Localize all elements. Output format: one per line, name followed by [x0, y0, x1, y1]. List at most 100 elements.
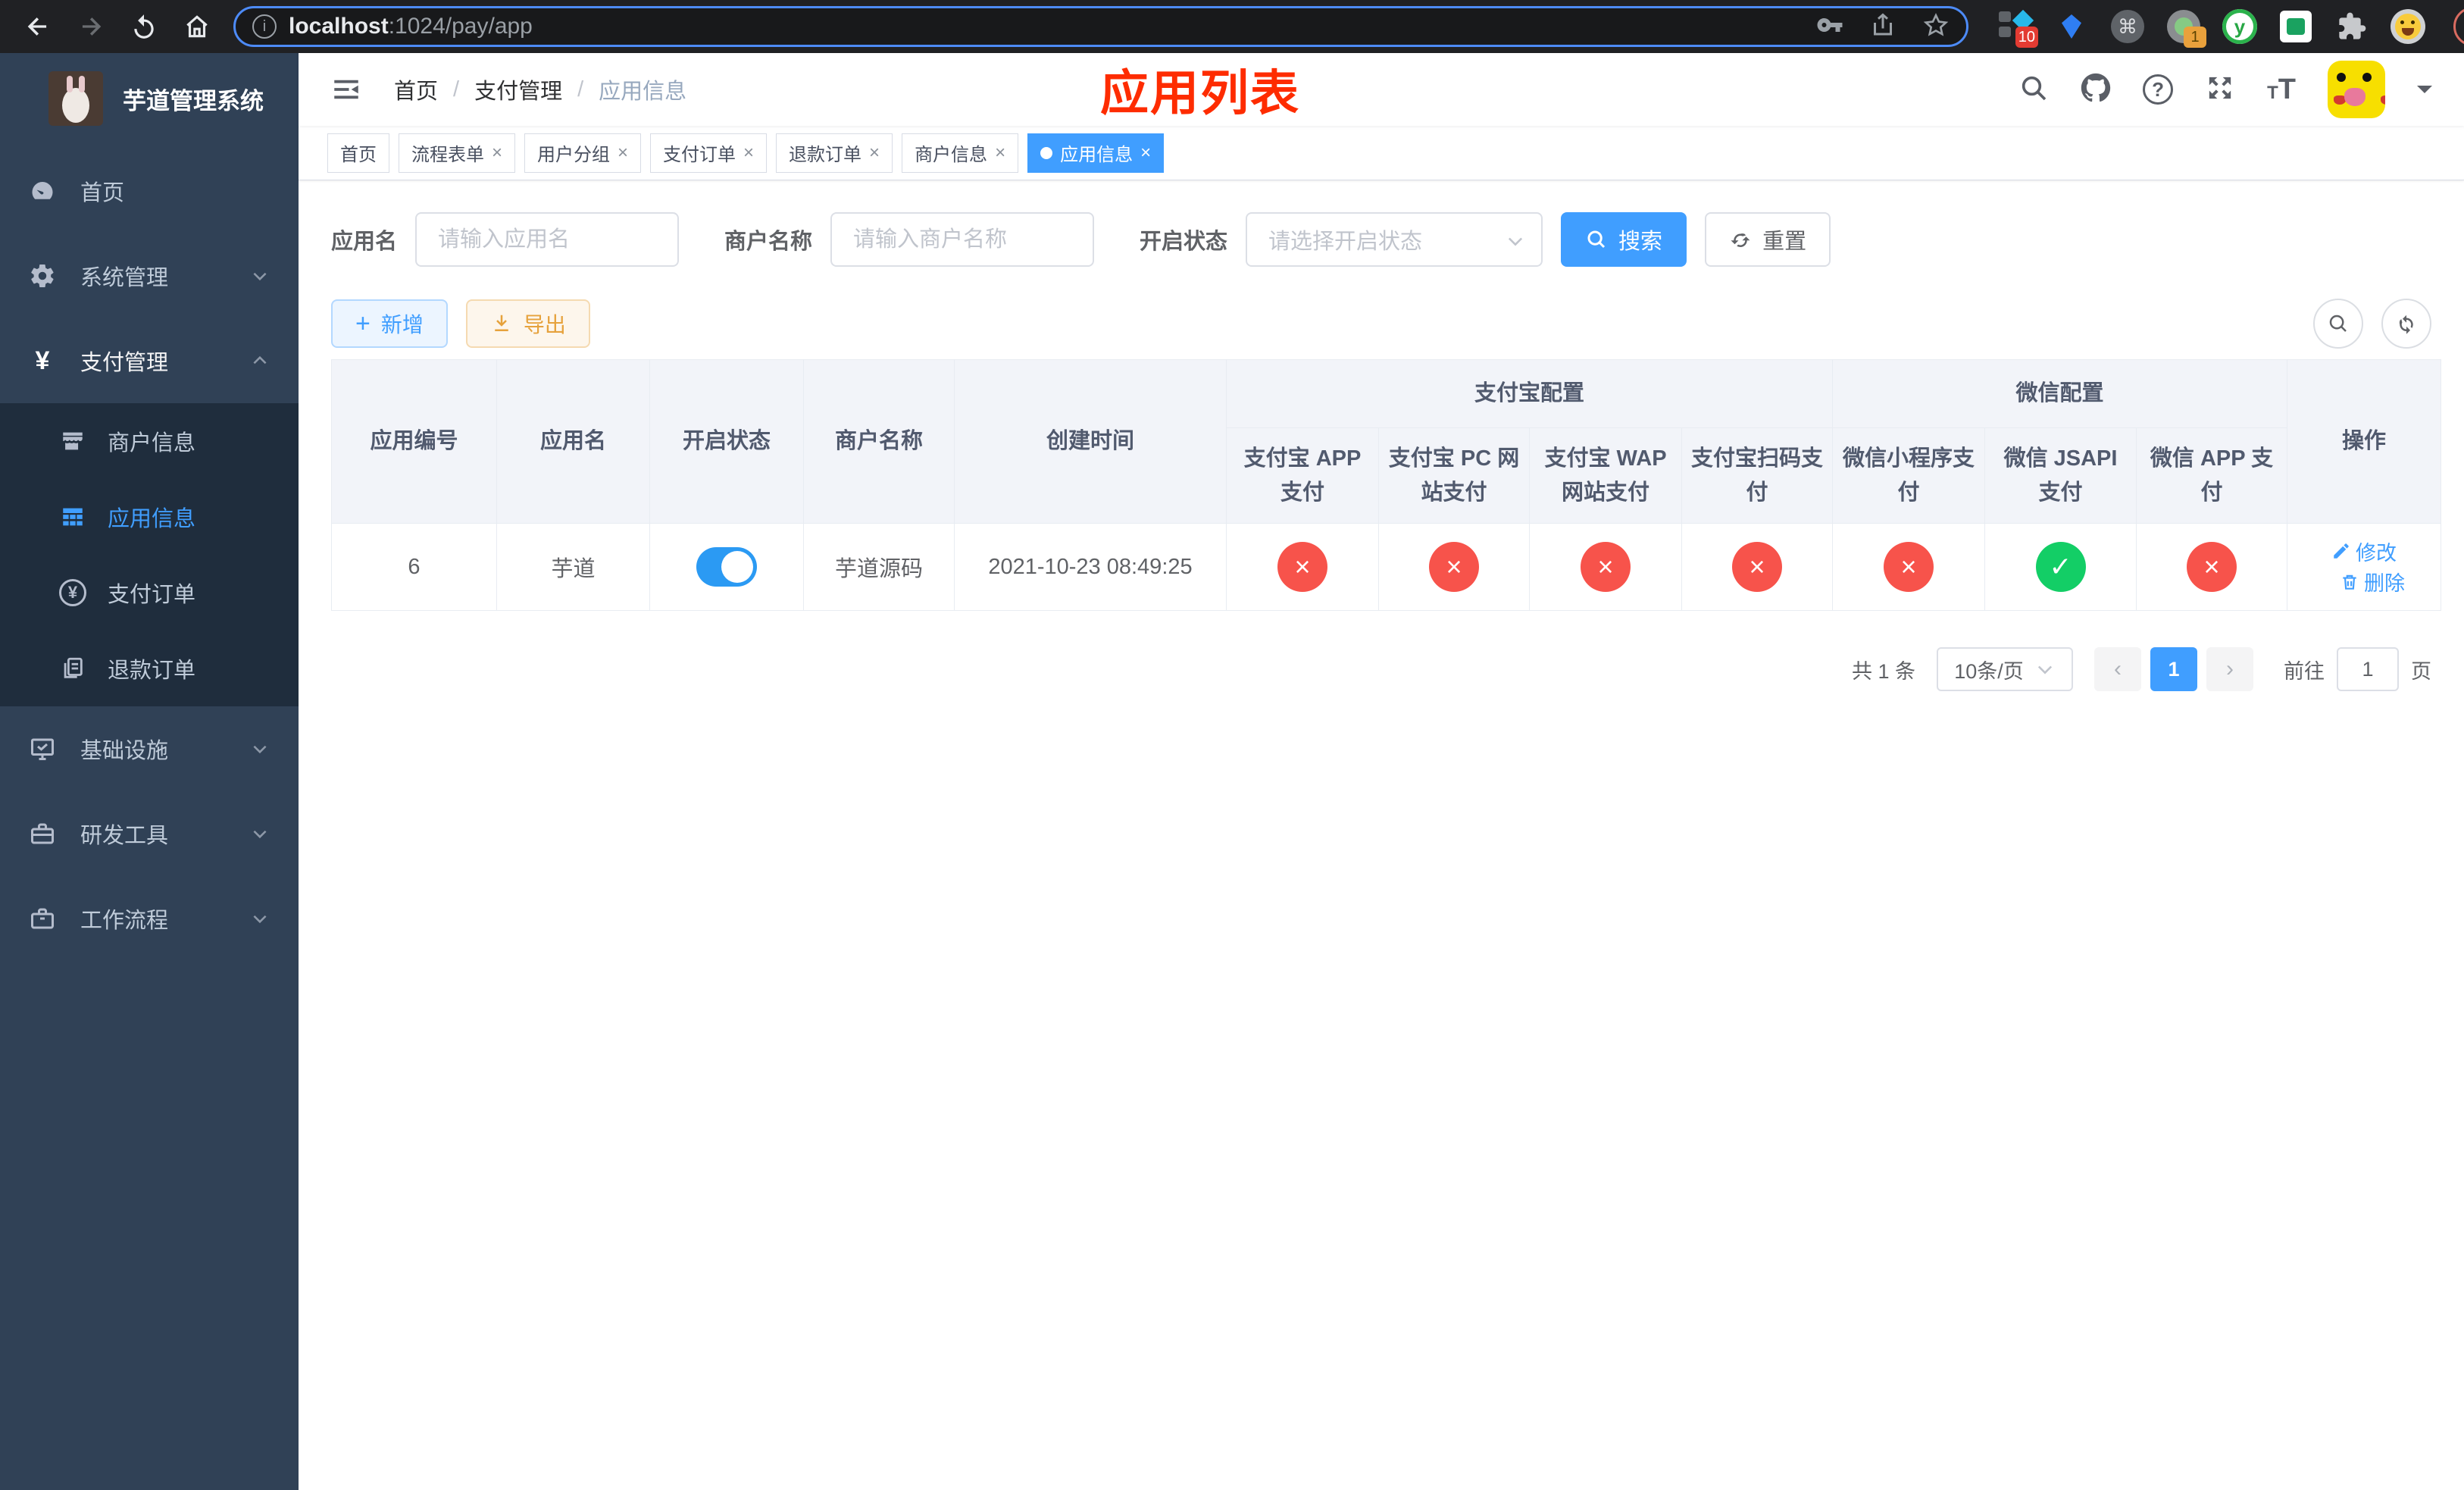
close-icon[interactable]: × — [492, 142, 502, 164]
tab-user-group[interactable]: 用户分组 × — [524, 133, 642, 173]
sidebar-item-home[interactable]: 首页 — [0, 149, 299, 233]
bookmark-star-icon[interactable] — [1922, 11, 1950, 42]
chevron-down-icon — [250, 909, 270, 928]
search-icon[interactable] — [2018, 73, 2049, 107]
extensions-puzzle-icon[interactable] — [2334, 8, 2370, 45]
site-info-icon[interactable]: i — [252, 14, 277, 39]
close-icon[interactable]: × — [995, 142, 1005, 164]
sidebar-item-merchant-info[interactable]: 商户信息 — [0, 403, 299, 479]
goto-page-input[interactable] — [2337, 647, 2399, 691]
tab-process-form[interactable]: 流程表单 × — [399, 133, 516, 173]
back-icon[interactable] — [15, 4, 61, 49]
sidebar-menu: 首页 系统管理 ¥ 支付管理 商户信息 应用信息 ¥ 支付订单 退款订单 基础设… — [0, 149, 299, 961]
help-icon[interactable]: ? — [2143, 74, 2174, 105]
status-icon: × — [1884, 542, 1934, 592]
extension-badge: 10 — [2015, 27, 2038, 48]
delete-button[interactable]: 删除 — [2340, 567, 2405, 596]
total-count: 共 1 条 — [1851, 659, 1915, 683]
col-header-id: 应用编号 — [331, 359, 497, 524]
browser-update-button[interactable]: 更新 — [2453, 7, 2464, 46]
search-button[interactable]: 搜索 — [1561, 212, 1687, 267]
home-icon[interactable] — [174, 4, 220, 49]
app-name-input[interactable] — [415, 212, 680, 267]
toggle-search-button[interactable] — [2313, 299, 2363, 349]
status-label: 开启状态 — [1140, 230, 1228, 254]
caret-down-icon[interactable] — [2417, 86, 2432, 101]
user-avatar[interactable] — [2328, 61, 2385, 118]
col-header-wx-app: 微信 APP 支付 — [2136, 427, 2288, 524]
sidebar-item-app-info[interactable]: 应用信息 — [0, 479, 299, 555]
breadcrumb-pay[interactable]: 支付管理 — [474, 74, 562, 105]
app-name-label: 应用名 — [331, 230, 398, 254]
table-row: 6 芋道 芋道源码 2021-10-23 08:49:25 × × × × × … — [331, 523, 2442, 611]
extension-chat-icon[interactable] — [2278, 8, 2314, 45]
tabs-bar: 首页 流程表单 × 用户分组 × 支付订单 × 退款订单 × 商户信息 × 应用信息 × — [299, 126, 2464, 180]
active-dot — [1040, 146, 1053, 159]
page-size-select[interactable]: 10条/页 — [1937, 647, 2073, 691]
cell-merchant: 芋道源码 — [803, 523, 955, 611]
status-toggle[interactable] — [696, 547, 757, 587]
tab-pay-order[interactable]: 支付订单 × — [650, 133, 768, 173]
reload-icon[interactable] — [121, 4, 167, 49]
refresh-table-button[interactable] — [2381, 299, 2431, 349]
col-header-wx-jsapi: 微信 JSAPI 支付 — [1984, 427, 2137, 524]
col-header-merchant: 商户名称 — [803, 359, 955, 524]
merchant-name-input[interactable] — [830, 212, 1095, 267]
sidebar-item-devtools[interactable]: 研发工具 — [0, 791, 299, 876]
close-icon[interactable]: × — [869, 142, 880, 164]
add-button[interactable]: + 新增 — [331, 299, 448, 348]
screen: i localhost:1024/pay/app 10 ⌘ 1 y 芋道管理系统… — [0, 0, 2464, 1490]
monitor-icon — [27, 735, 58, 762]
tab-app-info[interactable]: 应用信息 × — [1027, 133, 1165, 173]
reset-button[interactable]: 重置 — [1705, 212, 1831, 267]
page-content: 应用名 商户名称 开启状态 请选择开启状态 — [299, 180, 2464, 1490]
col-header-alipay-pc: 支付宝 PC 网站支付 — [1378, 427, 1530, 524]
status-select[interactable]: 请选择开启状态 — [1246, 212, 1543, 267]
tab-merchant-info[interactable]: 商户信息 × — [902, 133, 1019, 173]
dashboard-icon — [27, 177, 58, 205]
font-size-icon[interactable]: TT — [2267, 74, 2296, 106]
sidebar-item-workflow[interactable]: 工作流程 — [0, 876, 299, 961]
close-icon[interactable]: × — [743, 142, 754, 164]
edit-button[interactable]: 修改 — [2331, 537, 2397, 566]
url-text[interactable]: localhost:1024/pay/app — [289, 14, 533, 39]
password-key-icon[interactable] — [1816, 11, 1843, 42]
extension-recorder-icon[interactable]: 1 — [2165, 8, 2206, 48]
col-header-alipay-app: 支付宝 APP 支付 — [1226, 427, 1379, 524]
extension-command-icon[interactable]: ⌘ — [2109, 8, 2146, 45]
col-header-wx-mini: 微信小程序支付 — [1832, 427, 1986, 524]
yen-icon: ¥ — [35, 346, 50, 375]
breadcrumb-current: 应用信息 — [599, 80, 687, 104]
sidebar-item-pay-order[interactable]: ¥ 支付订单 — [0, 555, 299, 631]
forward-icon[interactable] — [68, 4, 114, 49]
fullscreen-icon[interactable] — [2205, 73, 2235, 107]
extension-gem-icon[interactable] — [2053, 8, 2090, 45]
extension-blocks-icon[interactable]: 10 — [1997, 8, 2038, 48]
page-number-1[interactable]: 1 — [2150, 647, 2197, 691]
sidebar-item-pay[interactable]: ¥ 支付管理 — [0, 318, 299, 403]
share-icon[interactable] — [1869, 11, 1896, 42]
sidebar-item-refund-order[interactable]: 退款订单 — [0, 631, 299, 706]
pay-submenu: 商户信息 应用信息 ¥ 支付订单 退款订单 — [0, 403, 299, 706]
address-bar[interactable]: i localhost:1024/pay/app — [233, 6, 1968, 47]
main-area: 首页 / 支付管理 / 应用信息 应用列表 ? T T 首页 流程表单 × 用户… — [299, 53, 2464, 1490]
collapse-sidebar-icon[interactable] — [330, 74, 362, 105]
extension-y-icon[interactable]: y — [2222, 8, 2258, 45]
next-page-button[interactable]: › — [2206, 647, 2253, 691]
pagination: 共 1 条 10条/页 ‹ 1 › 前往 页 — [331, 647, 2431, 691]
prev-page-button[interactable]: ‹ — [2094, 647, 2141, 691]
export-button[interactable]: 导出 — [465, 299, 590, 348]
extension-emoji-avatar-icon[interactable] — [2390, 8, 2426, 45]
close-icon[interactable]: × — [1140, 142, 1151, 164]
sidebar-item-system[interactable]: 系统管理 — [0, 233, 299, 318]
goto-label: 前往 — [2284, 659, 2325, 683]
tab-refund-order[interactable]: 退款订单 × — [776, 133, 893, 173]
breadcrumb-home[interactable]: 首页 — [394, 74, 438, 105]
github-icon[interactable] — [2081, 73, 2111, 107]
sidebar-item-infra[interactable]: 基础设施 — [0, 706, 299, 791]
sidebar-logo[interactable]: 芋道管理系统 — [0, 53, 299, 144]
close-icon[interactable]: × — [618, 142, 628, 164]
cell-app-id: 6 — [331, 523, 497, 611]
tab-home[interactable]: 首页 — [327, 133, 389, 173]
grid-icon — [58, 504, 88, 530]
